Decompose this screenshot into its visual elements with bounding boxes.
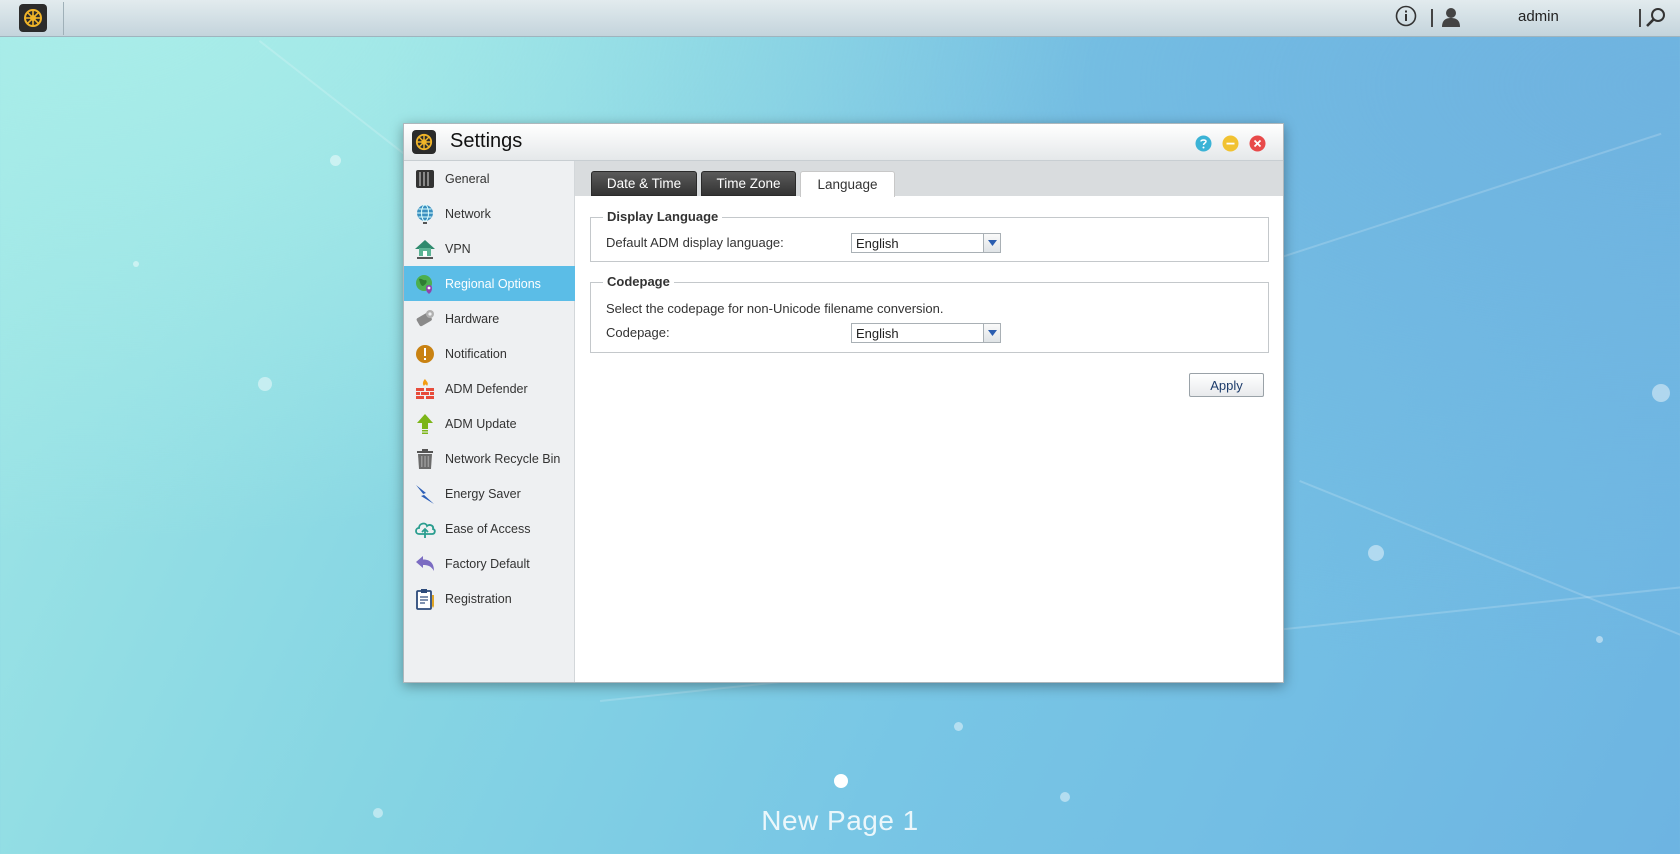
taskbar-divider: [63, 2, 64, 35]
page-indicator-dot[interactable]: [834, 774, 848, 788]
help-icon[interactable]: [1195, 135, 1212, 152]
sidebar-item-ease-of-access[interactable]: Ease of Access: [404, 511, 575, 546]
display-language-value: English: [856, 236, 899, 251]
sidebar-item-vpn[interactable]: VPN: [404, 231, 575, 266]
close-icon[interactable]: [1249, 135, 1266, 152]
taskbar-divider: [1431, 9, 1433, 27]
undo-arrow-icon: [416, 555, 434, 571]
codepage-value: English: [856, 326, 899, 341]
vpn-house-icon: [415, 239, 435, 259]
sidebar-item-label: Regional Options: [445, 276, 541, 291]
cloud-upload-icon: [415, 522, 436, 538]
sidebar-item-label: ADM Defender: [445, 381, 528, 396]
display-language-legend: Display Language: [603, 209, 723, 224]
display-language-label: Default ADM display language:: [606, 235, 784, 250]
app-launcher-icon[interactable]: [19, 4, 47, 32]
clipboard-icon: [416, 588, 434, 610]
sidebar-item-factory-default[interactable]: Factory Default: [404, 546, 575, 581]
tab-time-zone[interactable]: Time Zone: [701, 171, 796, 196]
codepage-description: Select the codepage for non-Unicode file…: [606, 301, 944, 316]
taskbar-divider: [1639, 9, 1641, 27]
codepage-label: Codepage:: [606, 325, 670, 340]
sidebar-item-label: ADM Update: [445, 416, 517, 431]
settings-window: Settings General Network VPN Regional Op…: [403, 123, 1284, 683]
taskbar: admin: [0, 0, 1680, 37]
background-dot: [133, 261, 139, 267]
tab-language[interactable]: Language: [800, 171, 895, 197]
sidebar-item-label: General: [445, 171, 490, 186]
tab-strip: Date & Time Time Zone Language: [575, 161, 1283, 197]
settings-content: Date & Time Time Zone Language Display L…: [575, 161, 1283, 682]
username-label[interactable]: admin: [1518, 8, 1559, 25]
search-icon[interactable]: [1645, 7, 1667, 29]
info-icon[interactable]: [1395, 5, 1417, 27]
up-arrow-icon: [417, 413, 433, 434]
tab-date-time[interactable]: Date & Time: [591, 171, 697, 196]
background-dot: [330, 155, 341, 166]
display-language-group: Display Language Default ADM display lan…: [590, 209, 1269, 262]
recycle-bin-icon: [417, 448, 433, 469]
settings-sidebar: General Network VPN Regional Options Har…: [404, 161, 575, 682]
chevron-down-icon[interactable]: [983, 324, 1000, 342]
codepage-group: Codepage Select the codepage for non-Uni…: [590, 274, 1269, 353]
sidebar-item-label: Registration: [445, 591, 512, 606]
sidebar-item-adm-defender[interactable]: ADM Defender: [404, 371, 575, 406]
background-dot: [1368, 545, 1384, 561]
background-dot: [1596, 636, 1603, 643]
background-dot: [1060, 792, 1070, 802]
background-dot: [954, 722, 963, 731]
sidebar-item-registration[interactable]: Registration: [404, 581, 575, 616]
sidebar-item-label: Factory Default: [445, 556, 530, 571]
background-dot: [258, 377, 272, 391]
user-icon[interactable]: [1440, 6, 1462, 28]
minimize-icon[interactable]: [1222, 135, 1239, 152]
sidebar-item-hardware[interactable]: Hardware: [404, 301, 575, 336]
sidebar-item-label: Energy Saver: [445, 486, 521, 501]
sidebar-item-regional-options[interactable]: Regional Options: [404, 266, 575, 301]
sidebar-item-label: Notification: [445, 346, 507, 361]
exclamation-icon: [416, 344, 434, 363]
desktop-page-label: New Page 1: [761, 805, 919, 836]
regional-globe-icon: [416, 274, 433, 294]
chevron-down-icon[interactable]: [983, 234, 1000, 252]
sidebar-item-label: Ease of Access: [445, 521, 531, 536]
sidebar-item-energy-saver[interactable]: Energy Saver: [404, 476, 575, 511]
sidebar-item-label: Hardware: [445, 311, 500, 326]
codepage-legend: Codepage: [603, 274, 674, 289]
hardware-wrench-icon: [416, 309, 434, 326]
sidebar-item-network[interactable]: Network: [404, 196, 575, 231]
sidebar-item-notification[interactable]: Notification: [404, 336, 575, 371]
window-title: Settings: [450, 130, 523, 152]
apply-button[interactable]: Apply: [1189, 373, 1264, 397]
codepage-select[interactable]: English: [851, 323, 1001, 343]
window-titlebar[interactable]: Settings: [404, 124, 1283, 161]
sidebar-item-network-recycle-bin[interactable]: Network Recycle Bin: [404, 441, 575, 476]
lightning-icon: [416, 484, 434, 504]
display-language-select[interactable]: English: [851, 233, 1001, 253]
globe-network-icon: [417, 204, 433, 224]
sidebar-item-label: VPN: [445, 241, 471, 256]
nas-device-icon: [416, 169, 434, 188]
sidebar-item-label: Network: [445, 206, 491, 221]
sidebar-item-adm-update[interactable]: ADM Update: [404, 406, 575, 441]
sidebar-item-general[interactable]: General: [404, 161, 575, 196]
background-dot: [1652, 384, 1670, 402]
firewall-icon: [416, 378, 434, 399]
background-beam: [1299, 480, 1680, 670]
settings-app-icon: [412, 130, 436, 154]
sidebar-item-label: Network Recycle Bin: [445, 451, 561, 466]
